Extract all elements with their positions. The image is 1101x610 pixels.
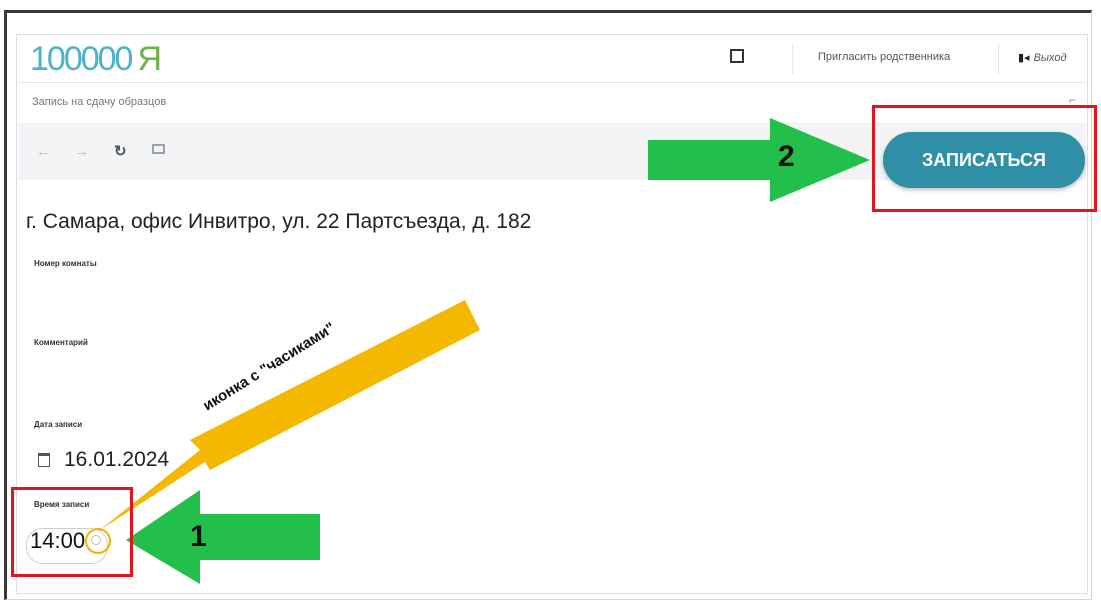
step-2-label: 2 xyxy=(778,140,795,173)
submit-highlight-box xyxy=(872,105,1097,212)
yellow-pointer-arrow xyxy=(100,300,480,530)
step-1-label: 1 xyxy=(190,520,207,553)
annotation-overlay xyxy=(100,118,870,584)
time-highlight-box xyxy=(11,487,133,577)
green-arrow-2 xyxy=(648,118,870,202)
green-arrow-1 xyxy=(126,490,320,584)
